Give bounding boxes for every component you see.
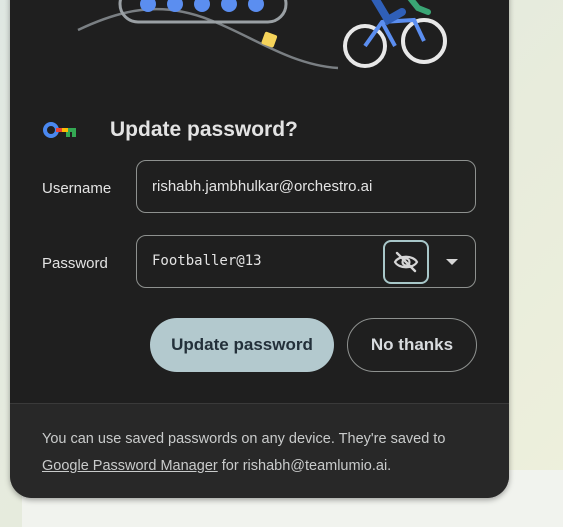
password-value: Footballer@13: [152, 253, 262, 269]
google-key-icon: [43, 122, 76, 138]
no-thanks-button[interactable]: No thanks: [347, 318, 477, 372]
username-field[interactable]: rishabh.jambhulkar@orchestro.ai: [136, 160, 476, 213]
update-password-button[interactable]: Update password: [150, 318, 334, 372]
footer-text-line-2: for rishabh@teamlumio.ai.: [221, 458, 392, 474]
update-password-dialog: Update password? Username rishabh.jambhu…: [10, 0, 509, 498]
username-label: Username: [42, 180, 112, 197]
username-value: rishabh.jambhulkar@orchestro.ai: [152, 178, 373, 195]
password-dropdown-button[interactable]: [437, 240, 467, 284]
password-field[interactable]: Footballer@13: [136, 235, 476, 288]
dialog-title: Update password?: [110, 118, 298, 141]
decorative-illustration: [77, 0, 447, 70]
chevron-down-icon: [446, 259, 458, 265]
dialog-footer: You can use saved passwords on any devic…: [10, 403, 509, 498]
toggle-password-visibility-button[interactable]: [383, 240, 429, 284]
footer-text-line-1: You can use saved passwords on any devic…: [42, 431, 446, 447]
eye-off-icon: [393, 251, 419, 273]
footer-text: You can use saved passwords on any devic…: [42, 426, 482, 480]
google-password-manager-link[interactable]: Google Password Manager: [42, 458, 218, 474]
password-label: Password: [42, 255, 108, 272]
